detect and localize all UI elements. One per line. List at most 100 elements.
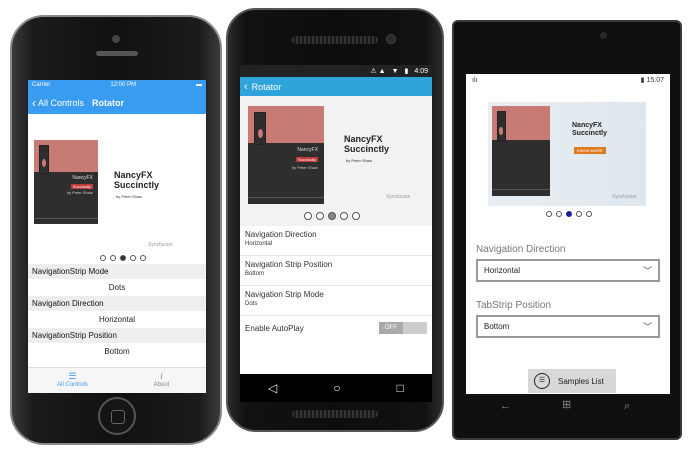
row-label: NavigationStrip Mode — [28, 264, 206, 279]
tab-about[interactable]: i About — [117, 368, 206, 393]
direction-label: Navigation Direction — [476, 244, 566, 255]
home-button[interactable] — [98, 397, 136, 435]
page-title: Rotator — [92, 98, 125, 108]
android-device: ⚠ ▲ ▼ ▮ 4:09 ‹ Rotator NancyFX Succinctl… — [226, 8, 444, 432]
book-title: NancyFX Succinctly — [344, 134, 390, 155]
autoplay-label: Enable AutoPlay — [245, 323, 304, 333]
battery-icon: ▬ — [196, 82, 202, 88]
autoplay-row: Enable AutoPlay OFF — [240, 316, 432, 340]
cover-author: by Peter Shaw — [291, 164, 318, 170]
nav-dot[interactable] — [546, 211, 552, 217]
tabstrip-select[interactable]: Bottom ﹀ — [476, 315, 660, 338]
windows-clock: ▮ 15:07 — [640, 77, 664, 84]
nav-dot[interactable] — [556, 211, 562, 217]
setting-navigation-direction[interactable]: Navigation Direction Horizontal — [240, 226, 432, 256]
cover-title: NancyFX — [297, 147, 318, 154]
item-label: Navigation Strip Mode — [245, 290, 324, 299]
book-author: by Peter Shaw — [346, 158, 373, 163]
nav-dot[interactable] — [576, 211, 582, 217]
nav-dot[interactable] — [110, 255, 116, 261]
notification-icons: ⚠ ▲ — [370, 68, 386, 75]
nav-dot[interactable] — [140, 255, 146, 261]
signal-icon: ılı — [472, 76, 478, 84]
select-value: Horizontal — [484, 266, 521, 275]
navigation-dots — [546, 211, 592, 217]
back-icon[interactable]: ◁ — [268, 381, 277, 395]
back-chevron-icon[interactable]: ‹ — [32, 96, 36, 110]
android-status-bar: ⚠ ▲ ▼ ▮ 4:09 — [240, 65, 432, 77]
item-label: Navigation Direction — [245, 230, 317, 239]
direction-select[interactable]: Horizontal ﹀ — [476, 259, 660, 282]
know-more-button[interactable]: KNOW MORE — [574, 147, 606, 154]
syncfusion-logo: Syncfusion — [386, 194, 411, 200]
row-value[interactable]: Horizontal — [28, 311, 206, 328]
syncfusion-logo: Syncfusion — [612, 194, 637, 200]
nav-dot[interactable] — [586, 211, 592, 217]
item-value: Bottom — [245, 271, 265, 277]
syncfusion-logo: Syncfusion — [148, 242, 173, 248]
ios-tab-bar: ☰ All Controls i About — [28, 367, 206, 393]
samples-list-button[interactable]: ☰ Samples List — [528, 369, 616, 393]
tab-label: About — [153, 382, 170, 388]
nav-dot-active[interactable] — [566, 211, 572, 217]
camera-illustration — [39, 145, 50, 174]
ios-clock: 12:00 PM — [110, 82, 137, 88]
setting-strip-mode[interactable]: Navigation Strip Mode Dots — [240, 286, 432, 316]
bottom-speaker — [292, 410, 378, 418]
nav-dot[interactable] — [352, 212, 360, 220]
windows-screen: ılı ▮ 15:07 NancyFX Succinctly KNOW MORE… — [466, 74, 670, 394]
row-label: NavigationStrip Position — [28, 328, 206, 343]
nav-dot-active[interactable] — [328, 212, 336, 220]
back-arrow-icon[interactable]: ← — [500, 400, 511, 412]
nav-dot[interactable] — [316, 212, 324, 220]
back-button[interactable]: All Controls — [38, 98, 84, 108]
back-chevron-icon[interactable]: ‹ — [244, 81, 248, 93]
search-icon[interactable]: ⌕ — [624, 400, 630, 413]
nav-dot-active[interactable] — [120, 255, 126, 261]
row-value[interactable]: Bottom — [28, 343, 206, 360]
nav-dot[interactable] — [304, 212, 312, 220]
book-author: by Peter Shaw — [116, 194, 143, 199]
book-cover — [492, 106, 550, 196]
nav-dot[interactable] — [130, 255, 136, 261]
camera-illustration — [496, 111, 506, 142]
home-icon[interactable]: ○ — [333, 381, 340, 395]
rotator[interactable]: NancyFX Succinctly by Peter Shaw NancyFX… — [28, 114, 206, 264]
chevron-down-icon: ﹀ — [642, 266, 652, 276]
rotator[interactable]: NancyFX Succinctly KNOW MORE Syncfusion — [466, 86, 670, 236]
list-icon: ☰ — [534, 373, 550, 389]
item-label: Navigation Strip Position — [245, 260, 333, 269]
ios-screen: Carrier 12:00 PM ▬ ‹ All Controls Rotato… — [28, 80, 206, 393]
row-value[interactable]: Dots — [28, 279, 206, 296]
tab-all-controls[interactable]: ☰ All Controls — [28, 368, 117, 393]
recents-icon[interactable]: □ — [397, 381, 404, 395]
iphone-device: Carrier 12:00 PM ▬ ‹ All Controls Rotato… — [10, 15, 222, 445]
ios-settings-list: NavigationStrip Mode Dots Navigation Dir… — [28, 264, 206, 360]
select-value: Bottom — [484, 322, 510, 331]
nav-dot[interactable] — [340, 212, 348, 220]
book-cover: NancyFX Succinctly by Peter Shaw — [248, 106, 324, 204]
earpiece-speaker — [96, 51, 138, 56]
rotator[interactable]: NancyFX Succinctly by Peter Shaw NancyFX… — [240, 96, 432, 226]
cover-title: NancyFX — [72, 175, 93, 182]
windows-status-bar: ılı ▮ 15:07 — [466, 74, 670, 86]
windows-start-icon[interactable]: ⊞ — [562, 398, 571, 411]
carrier-label: Carrier — [32, 82, 51, 88]
autoplay-toggle[interactable]: OFF — [379, 322, 427, 334]
ios-nav-bar: ‹ All Controls Rotator — [28, 92, 206, 114]
list-icon: ☰ — [68, 371, 77, 381]
front-camera — [386, 34, 396, 44]
front-camera — [600, 32, 607, 39]
ios-status-bar: Carrier 12:00 PM ▬ — [28, 80, 206, 92]
tab-label: All Controls — [57, 382, 88, 388]
setting-strip-position[interactable]: Navigation Strip Position Bottom — [240, 256, 432, 286]
wifi-icon: ▼ — [391, 67, 399, 75]
nav-dot[interactable] — [100, 255, 106, 261]
cover-author: by Peter Shaw — [66, 190, 93, 196]
android-action-bar: ‹ Rotator — [240, 77, 432, 96]
android-clock: 4:09 — [414, 67, 428, 75]
item-value: Dots — [245, 301, 258, 307]
samples-label: Samples List — [558, 376, 604, 386]
top-speaker — [292, 36, 378, 44]
windows-phone-device: ılı ▮ 15:07 NancyFX Succinctly KNOW MORE… — [452, 20, 682, 440]
